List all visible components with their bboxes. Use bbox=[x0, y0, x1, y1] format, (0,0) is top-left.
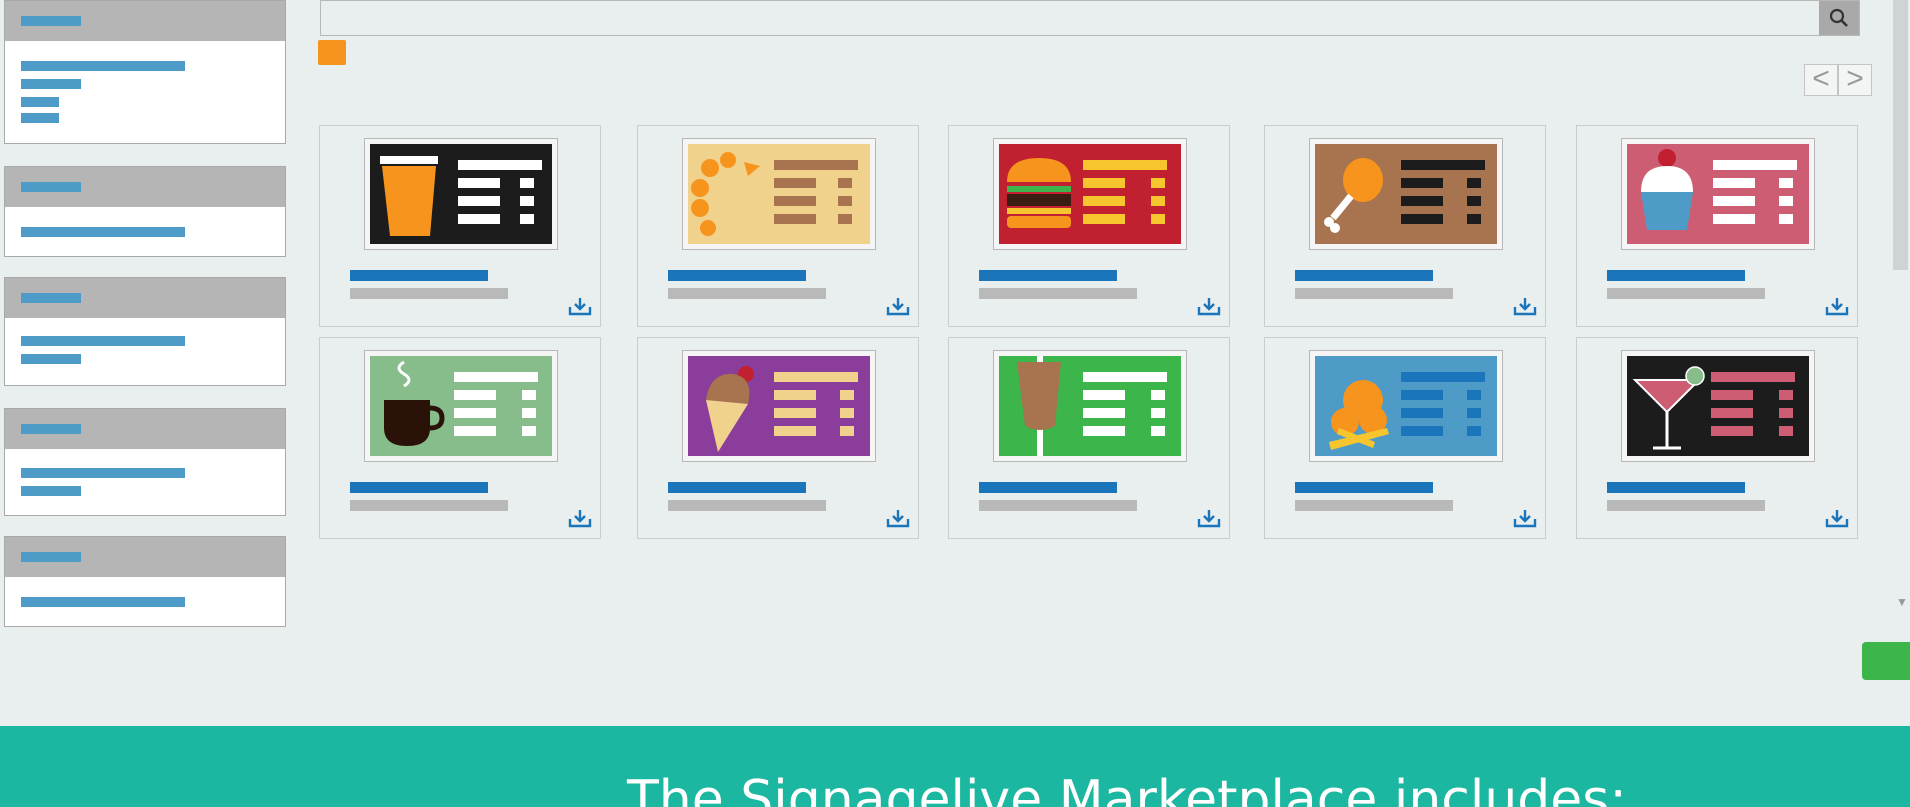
template-subtitle bbox=[1607, 288, 1765, 299]
template-card-burger[interactable] bbox=[948, 125, 1230, 327]
template-subtitle bbox=[1607, 500, 1765, 511]
download-icon[interactable] bbox=[568, 296, 592, 316]
template-thumbnail[interactable] bbox=[682, 138, 876, 250]
filter-panel bbox=[4, 536, 286, 627]
filter-option[interactable] bbox=[21, 597, 185, 607]
filter-option[interactable] bbox=[21, 113, 59, 123]
scroll-down-arrow-icon[interactable]: ▼ bbox=[1896, 595, 1908, 609]
template-thumbnail[interactable] bbox=[1621, 138, 1815, 250]
template-subtitle bbox=[350, 288, 508, 299]
template-card-icecream[interactable] bbox=[637, 337, 919, 539]
scrollbar[interactable] bbox=[1893, 0, 1910, 600]
template-subtitle bbox=[979, 500, 1137, 511]
filter-panel bbox=[4, 0, 286, 144]
filter-panel-header[interactable] bbox=[5, 278, 285, 318]
download-icon[interactable] bbox=[1197, 296, 1221, 316]
template-card-cupcake[interactable] bbox=[1576, 125, 1858, 327]
cocktail-icon bbox=[1632, 366, 1795, 450]
template-card-bakery[interactable] bbox=[637, 125, 919, 327]
template-title bbox=[350, 270, 488, 281]
template-thumbnail[interactable] bbox=[364, 138, 558, 250]
download-icon[interactable] bbox=[1825, 508, 1849, 528]
template-subtitle bbox=[668, 500, 826, 511]
template-subtitle bbox=[1295, 288, 1453, 299]
search-input[interactable] bbox=[321, 1, 1821, 37]
template-title bbox=[1295, 482, 1433, 493]
search-icon bbox=[1829, 8, 1848, 27]
template-title bbox=[979, 482, 1117, 493]
template-subtitle bbox=[1295, 500, 1453, 511]
template-card-drink[interactable] bbox=[319, 125, 601, 327]
croissant-icon bbox=[691, 152, 858, 236]
template-title bbox=[668, 270, 806, 281]
cart-badge[interactable] bbox=[318, 40, 346, 65]
template-title bbox=[979, 270, 1117, 281]
template-title bbox=[668, 482, 806, 493]
search-bar[interactable] bbox=[320, 0, 1860, 37]
template-subtitle bbox=[979, 288, 1137, 299]
cupcake-icon bbox=[1641, 149, 1797, 230]
cup-icon bbox=[380, 156, 542, 236]
template-thumbnail[interactable] bbox=[1309, 350, 1503, 462]
icecream-icon bbox=[706, 366, 858, 452]
chat-button[interactable] bbox=[1862, 642, 1910, 680]
filter-panel bbox=[4, 166, 286, 257]
download-icon[interactable] bbox=[568, 508, 592, 528]
download-icon[interactable] bbox=[886, 508, 910, 528]
marketplace-banner: The Signagelive Marketplace includes: bbox=[0, 726, 1910, 807]
filter-option[interactable] bbox=[21, 468, 185, 478]
template-title bbox=[1295, 270, 1433, 281]
template-title bbox=[1607, 482, 1745, 493]
filter-option[interactable] bbox=[21, 227, 185, 237]
download-icon[interactable] bbox=[1197, 508, 1221, 528]
filter-panel bbox=[4, 277, 286, 386]
template-thumbnail[interactable] bbox=[993, 350, 1187, 462]
download-icon[interactable] bbox=[1513, 296, 1537, 316]
template-card-snack[interactable] bbox=[1264, 337, 1546, 539]
download-icon[interactable] bbox=[1513, 508, 1537, 528]
template-thumbnail[interactable] bbox=[1309, 138, 1503, 250]
template-title bbox=[1607, 270, 1745, 281]
filter-option[interactable] bbox=[21, 486, 81, 496]
filter-panel bbox=[4, 408, 286, 516]
filter-option[interactable] bbox=[21, 61, 185, 71]
template-title bbox=[350, 482, 488, 493]
burger-icon bbox=[1007, 158, 1167, 228]
template-thumbnail[interactable] bbox=[1621, 350, 1815, 462]
snack-icon bbox=[1329, 372, 1485, 450]
template-subtitle bbox=[350, 500, 508, 511]
template-card-chicken[interactable] bbox=[1264, 125, 1546, 327]
download-icon[interactable] bbox=[886, 296, 910, 316]
banner-heading: The Signagelive Marketplace includes: bbox=[627, 770, 1627, 807]
filter-panel-header[interactable] bbox=[5, 537, 285, 577]
download-icon[interactable] bbox=[1825, 296, 1849, 316]
filter-option[interactable] bbox=[21, 336, 185, 346]
prev-page-button[interactable]: < bbox=[1804, 64, 1838, 96]
filter-option[interactable] bbox=[21, 354, 81, 364]
template-subtitle bbox=[668, 288, 826, 299]
template-card-kebab[interactable] bbox=[948, 337, 1230, 539]
filter-panel-header[interactable] bbox=[5, 167, 285, 207]
kebab-icon bbox=[1017, 356, 1167, 456]
scrollbar-thumb[interactable] bbox=[1893, 0, 1908, 270]
template-thumbnail[interactable] bbox=[364, 350, 558, 462]
next-page-button[interactable]: > bbox=[1838, 64, 1872, 96]
search-button[interactable] bbox=[1819, 1, 1859, 35]
template-thumbnail[interactable] bbox=[682, 350, 876, 462]
filter-panel-header[interactable] bbox=[5, 409, 285, 449]
coffee-icon bbox=[384, 360, 538, 446]
filter-panel-header[interactable] bbox=[5, 1, 285, 41]
template-thumbnail[interactable] bbox=[993, 138, 1187, 250]
drumstick-icon bbox=[1324, 158, 1485, 233]
filter-option[interactable] bbox=[21, 79, 81, 89]
filter-option[interactable] bbox=[21, 97, 59, 107]
template-card-coffee[interactable] bbox=[319, 337, 601, 539]
template-card-cocktail[interactable] bbox=[1576, 337, 1858, 539]
